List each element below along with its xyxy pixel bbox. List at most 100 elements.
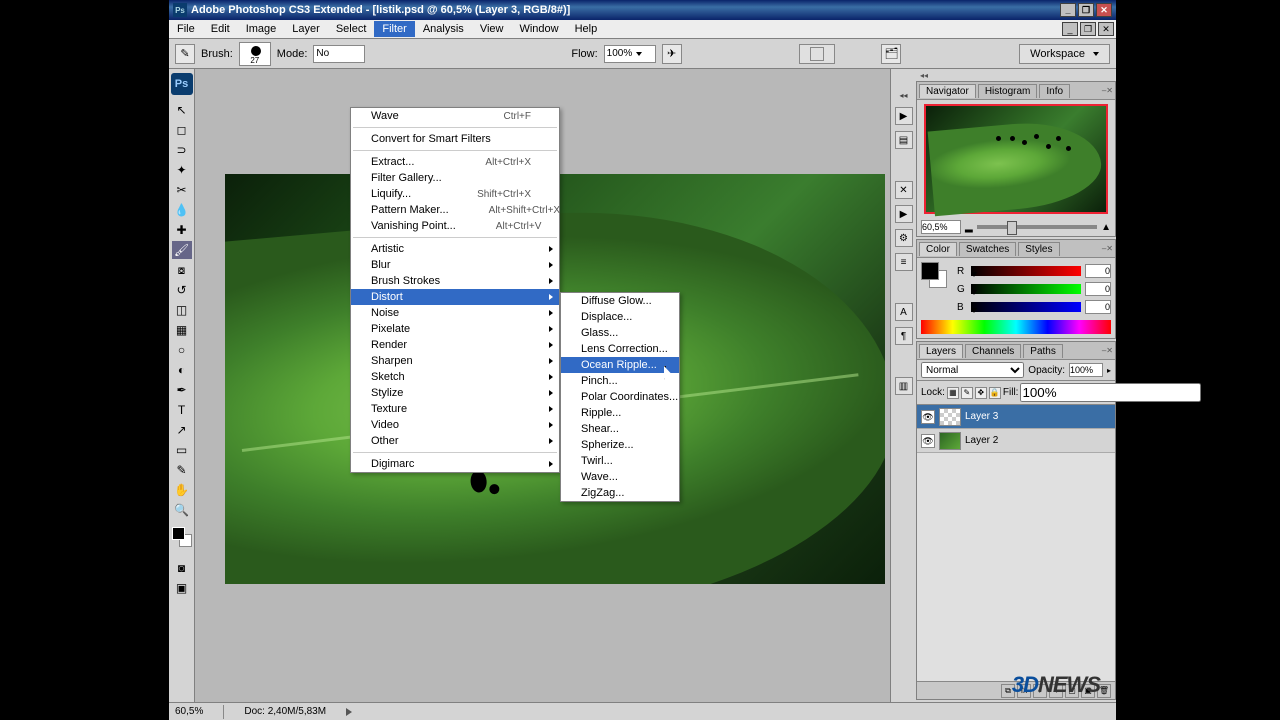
doc-close-button[interactable]: ✕ xyxy=(1098,22,1114,36)
layers-panel-menu-icon[interactable]: –✕ xyxy=(1093,346,1113,355)
r-input[interactable] xyxy=(1085,264,1111,278)
g-slider[interactable] xyxy=(971,284,1081,294)
dock-actions-icon[interactable]: ▶ xyxy=(895,205,913,223)
menu-file[interactable]: File xyxy=(169,21,203,37)
foreground-background-swatch[interactable] xyxy=(172,527,192,547)
marquee-tool[interactable]: ◻ xyxy=(172,121,192,139)
dock-histogram-icon[interactable]: ▤ xyxy=(895,131,913,149)
filter-vanishing-point[interactable]: Vanishing Point...Alt+Ctrl+V xyxy=(351,218,559,234)
distort-lens-correction[interactable]: Lens Correction... xyxy=(561,341,679,357)
healing-tool[interactable]: ✚ xyxy=(172,221,192,239)
distort-diffuse-glow[interactable]: Diffuse Glow... xyxy=(561,293,679,309)
menu-layer[interactable]: Layer xyxy=(284,21,328,37)
visibility-toggle-icon[interactable]: 👁 xyxy=(921,434,935,448)
lock-transparency-icon[interactable]: ▦ xyxy=(947,387,959,399)
mode-select[interactable]: No xyxy=(313,45,365,63)
lasso-tool[interactable]: ⊃ xyxy=(172,141,192,159)
b-input[interactable] xyxy=(1085,300,1111,314)
blur-tool[interactable]: ○ xyxy=(172,341,192,359)
stamp-tool[interactable]: ⧇ xyxy=(172,261,192,279)
navigator-thumbnail[interactable] xyxy=(924,104,1108,214)
layer-item-layer3[interactable]: 👁 Layer 3 xyxy=(917,405,1115,429)
navigator-zoom-input[interactable] xyxy=(921,220,961,234)
distort-pinch[interactable]: Pinch... xyxy=(561,373,679,389)
filter-liquify[interactable]: Liquify...Shift+Ctrl+X xyxy=(351,186,559,202)
filter-pattern-maker[interactable]: Pattern Maker...Alt+Shift+Ctrl+X xyxy=(351,202,559,218)
shape-tool[interactable]: ▭ xyxy=(172,441,192,459)
wand-tool[interactable]: ✦ xyxy=(172,161,192,179)
distort-displace[interactable]: Displace... xyxy=(561,309,679,325)
pen-tool[interactable]: ✒ xyxy=(172,381,192,399)
distort-spherize[interactable]: Spherize... xyxy=(561,437,679,453)
r-slider[interactable] xyxy=(971,266,1081,276)
filter-cat-video[interactable]: Video xyxy=(351,417,559,433)
doc-restore-button[interactable]: ❐ xyxy=(1080,22,1096,36)
layer-thumbnail[interactable] xyxy=(939,408,961,426)
navigator-zoom-slider[interactable] xyxy=(977,225,1097,229)
dock-paragraph-icon[interactable]: ¶ xyxy=(895,327,913,345)
distort-ocean-ripple[interactable]: Ocean Ripple... xyxy=(561,357,679,373)
tool-preset-picker[interactable]: ✎ xyxy=(175,44,195,64)
file-browser-icon[interactable] xyxy=(810,47,824,61)
filter-cat-texture[interactable]: Texture xyxy=(351,401,559,417)
brush-picker[interactable] xyxy=(239,42,271,66)
menu-image[interactable]: Image xyxy=(238,21,285,37)
distort-shear[interactable]: Shear... xyxy=(561,421,679,437)
workspace-button[interactable]: Workspace xyxy=(1019,44,1110,64)
distort-polar-coordinates[interactable]: Polar Coordinates... xyxy=(561,389,679,405)
filter-digimarc[interactable]: Digimarc xyxy=(351,456,559,472)
menu-window[interactable]: Window xyxy=(511,21,566,37)
zoom-out-icon[interactable]: ▂ xyxy=(965,222,973,233)
path-tool[interactable]: ↗ xyxy=(172,421,192,439)
status-arrow-icon[interactable] xyxy=(346,708,352,716)
eyedropper-tool[interactable]: 💧 xyxy=(172,201,192,219)
blend-mode-select[interactable]: Normal xyxy=(921,362,1024,378)
menu-analysis[interactable]: Analysis xyxy=(415,21,472,37)
tab-color[interactable]: Color xyxy=(919,242,957,256)
menu-filter[interactable]: Filter xyxy=(374,21,414,37)
hand-tool[interactable]: ✋ xyxy=(172,481,192,499)
notes-tool[interactable]: ✎ xyxy=(172,461,192,479)
layer-item-layer2[interactable]: 👁 Layer 2 xyxy=(917,429,1115,453)
filter-cat-blur[interactable]: Blur xyxy=(351,257,559,273)
filter-cat-distort[interactable]: Distort xyxy=(351,289,559,305)
dodge-tool[interactable]: ◐ xyxy=(172,361,192,379)
filter-cat-noise[interactable]: Noise xyxy=(351,305,559,321)
distort-wave[interactable]: Wave... xyxy=(561,469,679,485)
dock-character-icon[interactable]: A xyxy=(895,303,913,321)
menu-edit[interactable]: Edit xyxy=(203,21,238,37)
tab-swatches[interactable]: Swatches xyxy=(959,242,1016,256)
distort-twirl[interactable]: Twirl... xyxy=(561,453,679,469)
b-slider[interactable] xyxy=(971,302,1081,312)
dock-layers-icon[interactable]: ≡ xyxy=(895,253,913,271)
panel-menu-icon[interactable]: –✕ xyxy=(1093,86,1113,95)
filter-cat-brush-strokes[interactable]: Brush Strokes xyxy=(351,273,559,289)
filter-cat-other[interactable]: Other xyxy=(351,433,559,449)
tab-navigator[interactable]: Navigator xyxy=(919,84,976,98)
zoom-in-icon[interactable]: ▲ xyxy=(1101,222,1111,233)
filter-cat-sketch[interactable]: Sketch xyxy=(351,369,559,385)
maximize-button[interactable]: ❐ xyxy=(1078,3,1094,17)
filter-convert-smart[interactable]: Convert for Smart Filters xyxy=(351,131,559,147)
minimize-button[interactable]: _ xyxy=(1060,3,1076,17)
screenmode-toggle[interactable]: ▣ xyxy=(172,579,192,597)
distort-glass[interactable]: Glass... xyxy=(561,325,679,341)
brush-tool[interactable]: 🖌 xyxy=(172,241,192,259)
palette-toggle-icon[interactable]: 🗂 xyxy=(881,44,901,64)
filter-last[interactable]: WaveCtrl+F xyxy=(351,108,559,124)
color-spectrum[interactable] xyxy=(921,320,1111,334)
opacity-input[interactable] xyxy=(1069,363,1103,377)
move-tool[interactable]: ↖ xyxy=(172,101,192,119)
zoom-tool[interactable]: 🔍 xyxy=(172,501,192,519)
tab-paths[interactable]: Paths xyxy=(1023,344,1063,358)
dock-tool-presets-icon[interactable]: ⚙ xyxy=(895,229,913,247)
dock-history-icon[interactable]: ✕ xyxy=(895,181,913,199)
tab-histogram[interactable]: Histogram xyxy=(978,84,1038,98)
airbrush-toggle[interactable]: ✈ xyxy=(662,44,682,64)
quickmask-toggle[interactable]: ◙ xyxy=(172,559,192,577)
filter-extract[interactable]: Extract...Alt+Ctrl+X xyxy=(351,154,559,170)
type-tool[interactable]: T xyxy=(172,401,192,419)
layer-thumbnail[interactable] xyxy=(939,432,961,450)
dock-layer-comps-icon[interactable]: ▥ xyxy=(895,377,913,395)
filter-cat-stylize[interactable]: Stylize xyxy=(351,385,559,401)
